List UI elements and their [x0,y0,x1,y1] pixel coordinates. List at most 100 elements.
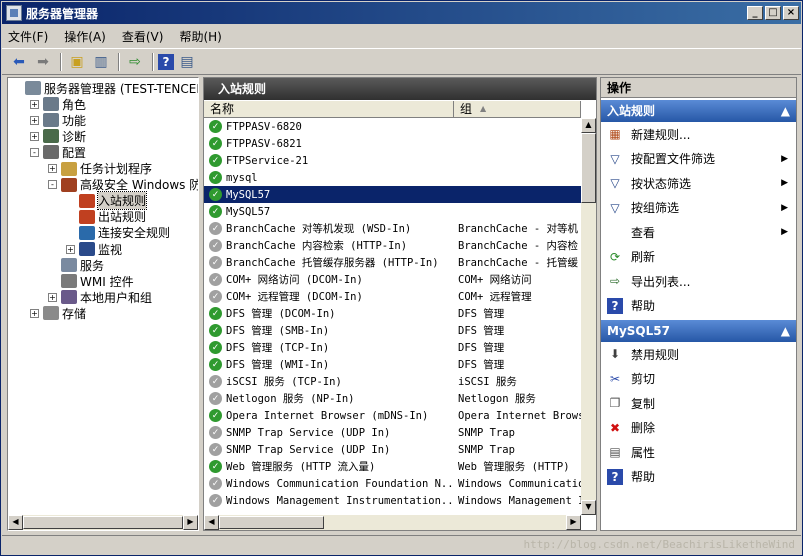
scroll-thumb[interactable] [581,133,596,203]
scroll-thumb[interactable] [23,516,183,529]
tree-item[interactable]: 服务器管理器 (TEST-TENCENT) [12,80,198,96]
tree-item[interactable]: 入站规则 [66,191,148,211]
action-item[interactable]: ▽ 按组筛选 ▶ [601,196,796,221]
rule-row[interactable]: ✓ BranchCache 托管缓存服务器 (HTTP-In) BranchCach… [204,254,581,271]
rule-row[interactable]: ✓ mysql [204,169,581,186]
action-item[interactable]: ❐ 复制 [601,391,796,416]
tree-item[interactable]: 连接安全规则 [66,225,170,241]
rule-row[interactable]: ✓ COM+ 网络访问 (DCOM-In) COM+ 网络访问 [204,271,581,288]
rules-horizontal-scrollbar[interactable]: ◀ ▶ [204,515,581,530]
tree-horizontal-scrollbar[interactable]: ◀ ▶ [8,515,198,530]
rule-row[interactable]: ✓ COM+ 远程管理 (DCOM-In) COM+ 远程管理 [204,288,581,305]
rule-row[interactable]: ✓ BranchCache 内容检索 (HTTP-In) BranchCache -… [204,237,581,254]
collapse-icon[interactable]: ▲ [781,320,790,342]
action-item[interactable]: ▽ 按配置文件筛选 ▶ [601,147,796,172]
rule-row[interactable]: ✓ MySQL57 [204,203,581,220]
rule-row[interactable]: ✓ SNMP Trap Service (UDP In) SNMP Trap [204,424,581,441]
tree-item[interactable]: 出站规则 [66,209,146,225]
rule-row[interactable]: ✓ MySQL57 [204,186,581,203]
rule-row[interactable]: ✓ DFS 管理 (DCOM-In) DFS 管理 [204,305,581,322]
scroll-left-icon[interactable]: ◀ [204,515,219,530]
scroll-left-icon[interactable]: ◀ [8,515,23,530]
rule-row[interactable]: ✓ FTPPASV-6820 [204,118,581,135]
rules-vertical-scrollbar[interactable]: ▲ ▼ [581,118,596,515]
rule-row[interactable]: ✓ Web 管理服务 (HTTP 流入量) Web 管理服务 (HTTP) [204,458,581,475]
expand-icon[interactable]: + [30,99,39,109]
rule-row[interactable]: ✓ DFS 管理 (WMI-In) DFS 管理 [204,356,581,373]
expand-icon[interactable]: + [30,115,39,125]
rule-row[interactable]: ✓ Netlogon 服务 (NP-In) Netlogon 服务 [204,390,581,407]
action-item[interactable]: ? 帮助 [601,465,796,490]
rule-row[interactable]: ✓ Opera Internet Browser (mDNS-In) Opera I… [204,407,581,424]
menu-view[interactable]: 查看(V) [122,28,164,45]
scroll-thumb[interactable] [219,516,324,529]
action-item[interactable]: ⇨ 导出列表... [601,269,796,294]
help-icon[interactable]: ? [158,53,174,70]
rule-name: BranchCache 对等机发现 (WSD-In) [226,223,412,235]
action-item[interactable]: ▤ 属性 [601,440,796,465]
column-name[interactable]: 名称 [204,101,454,117]
action-item[interactable]: ✂ 剪切 [601,367,796,392]
rule-row[interactable]: ✓ SNMP Trap Service (UDP In) SNMP Trap [204,441,581,458]
action-item[interactable]: ✖ 删除 [601,416,796,441]
actions-title: 操作 [601,78,796,98]
maximize-button[interactable]: □ [765,6,781,20]
expand-icon[interactable]: + [48,292,57,302]
close-button[interactable]: × [783,6,799,20]
tree-item[interactable]: + 功能 [30,112,86,128]
section-selected-rule[interactable]: MySQL57 ▲ [601,320,796,342]
show-hide-action-pane-icon[interactable]: ▤ [176,52,198,72]
action-item[interactable]: ▽ 按状态筛选 ▶ [601,171,796,196]
back-icon[interactable]: ⬅ [8,52,30,72]
action-item[interactable]: ? 帮助 [601,294,796,319]
rule-name: BranchCache 内容检索 (HTTP-In) [226,240,408,252]
column-group[interactable]: 组 ▲ [454,101,581,117]
forward-icon[interactable]: ➡ [32,52,54,72]
tree-item[interactable]: + 存储 [30,305,86,321]
rule-row[interactable]: ✓ iSCSI 服务 (TCP-In) iSCSI 服务 [204,373,581,390]
up-folder-icon[interactable]: ▣ [66,52,88,72]
scroll-up-icon[interactable]: ▲ [581,118,596,133]
action-item[interactable]: ⬇ 禁用规则 [601,342,796,367]
collapse-icon[interactable]: ▲ [781,100,790,122]
expand-icon[interactable]: + [30,131,39,141]
action-item[interactable]: ⟳ 刷新 [601,245,796,270]
expand-icon[interactable]: + [30,308,39,318]
tree-item[interactable]: + 任务计划程序 [48,161,152,177]
scroll-right-icon[interactable]: ▶ [566,515,581,530]
tree-item[interactable]: - 高级安全 Windows 防火墙 [48,177,198,193]
tree-item[interactable]: WMI 控件 [48,273,134,289]
rule-row[interactable]: ✓ FTPPASV-6821 [204,135,581,152]
expand-icon[interactable]: - [30,147,39,157]
show-hide-tree-icon[interactable]: ▥ [90,52,112,72]
menu-file[interactable]: 文件(F) [8,28,48,45]
expand-icon[interactable]: + [66,244,75,254]
scroll-right-icon[interactable]: ▶ [183,515,198,530]
scroll-down-icon[interactable]: ▼ [581,500,596,515]
rule-row[interactable]: ✓ BranchCache 对等机发现 (WSD-In) BranchCache -… [204,220,581,237]
rule-name-cell: ✓ FTPPASV-6820 [204,120,454,133]
minimize-button[interactable]: _ [747,6,763,20]
rule-row[interactable]: ✓ Windows Communication Foundation N... Wi… [204,475,581,492]
rule-row[interactable]: ✓ Windows Management Instrumentation... Wi… [204,492,581,509]
action-item[interactable]: ▦ 新建规则... [601,122,796,147]
rule-row[interactable]: ✓ FTPService-21 [204,152,581,169]
tree-item[interactable]: 服务 [48,257,104,273]
action-item[interactable]: 查看 ▶ [601,220,796,245]
tree-item[interactable]: + 角色 [30,96,86,112]
tree-item[interactable]: + 监视 [66,241,122,257]
tree-item[interactable]: - 配置 [30,144,86,160]
expand-icon[interactable]: + [48,164,57,173]
menu-help[interactable]: 帮助(H) [179,28,221,45]
rule-row[interactable]: ✓ DFS 管理 (TCP-In) DFS 管理 [204,339,581,356]
export-icon[interactable]: ⇨ [124,52,146,72]
config-icon [43,145,59,160]
menu-action[interactable]: 操作(A) [64,28,106,45]
rule-name-cell: ✓ DFS 管理 (DCOM-In) [204,306,454,321]
expand-icon[interactable]: - [48,180,57,190]
section-inbound-rules[interactable]: 入站规则 ▲ [601,100,796,122]
tree-item[interactable]: + 本地用户和组 [48,289,152,305]
navigation-tree: 服务器管理器 (TEST-TENCENT) + 角色 + 功能 + 诊断 - 配置 + 任务计划程序… [7,77,199,531]
rule-row[interactable]: ✓ DFS 管理 (SMB-In) DFS 管理 [204,322,581,339]
tree-item[interactable]: + 诊断 [30,128,86,144]
